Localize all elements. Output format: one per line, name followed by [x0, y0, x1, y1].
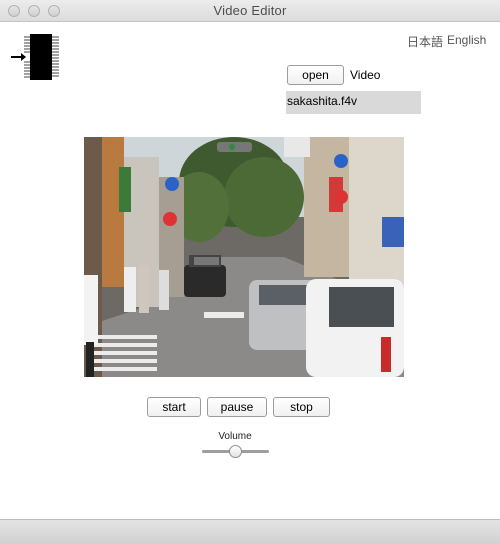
file-type-label: Video [350, 68, 381, 82]
volume-slider-thumb[interactable] [229, 445, 242, 458]
stop-button[interactable]: stop [273, 397, 330, 417]
video-editor-window: Video Editor 日本語 English open Video saka… [0, 0, 500, 544]
window-title: Video Editor [213, 3, 287, 18]
open-file-button[interactable]: open [287, 65, 344, 85]
bottom-status-bar [0, 519, 500, 544]
pause-button[interactable]: pause [207, 397, 267, 417]
filename-field: sakashita.f4v [286, 91, 421, 114]
language-japanese-link[interactable]: 日本語 [407, 33, 443, 50]
title-bar: Video Editor [0, 0, 500, 22]
video-preview [84, 137, 404, 377]
volume-label: Volume [218, 431, 252, 442]
chip-icon [10, 33, 62, 81]
start-button[interactable]: start [147, 397, 201, 417]
language-english-link[interactable]: English [447, 33, 486, 47]
